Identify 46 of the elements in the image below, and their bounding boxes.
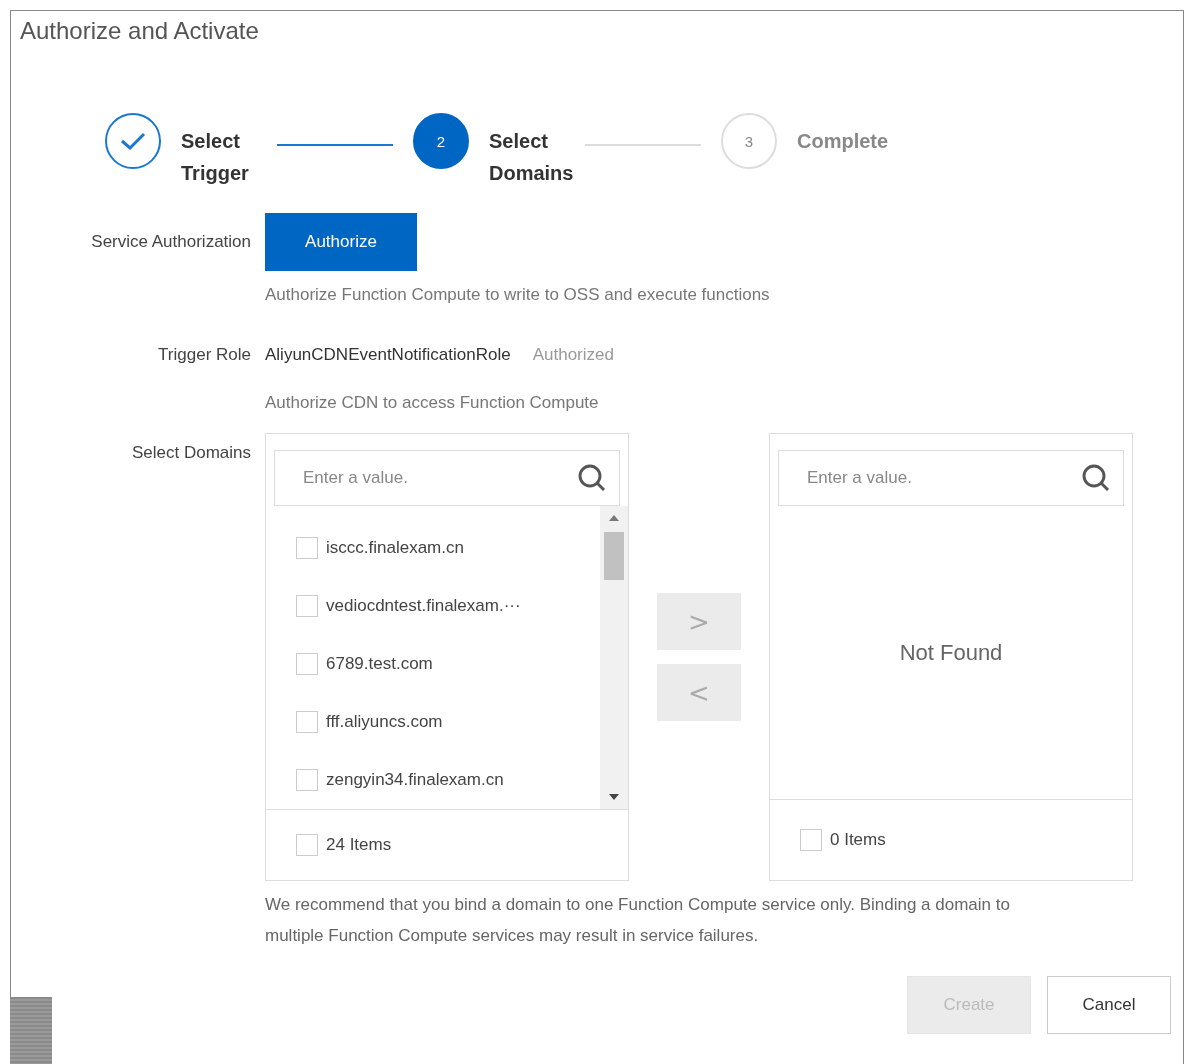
domain-label: 6789.test.com	[326, 654, 433, 674]
domain-label: vediocdntest.finalexam.···	[326, 596, 521, 616]
field-label: Select Domains	[130, 442, 251, 464]
domain-item[interactable]: fff.aliyuncs.com	[266, 693, 600, 751]
item-count: 24 Items	[326, 835, 392, 855]
checkbox[interactable]	[800, 829, 822, 851]
role-name: AliyunCDNEventNotificationRole	[265, 345, 511, 365]
dialog-button[interactable]: Cancel	[1047, 976, 1171, 1034]
step-label: Select Domains	[489, 129, 575, 186]
search-icon	[576, 462, 608, 494]
search-field[interactable]: Enter a value.	[274, 450, 620, 506]
dialog-title: Authorize and Activate	[19, 16, 260, 46]
status-text: Authorized	[532, 345, 614, 365]
domain-item[interactable]: zengyin34.finalexam.cn	[266, 751, 600, 809]
check-icon	[120, 131, 146, 151]
domain-label: zengyin34.finalexam.cn	[326, 770, 504, 790]
scrollbar-thumb[interactable]	[604, 532, 624, 580]
checkbox[interactable]	[296, 595, 318, 617]
domain-label: isccc.finalexam.cn	[326, 538, 464, 558]
field-label: Service Authorization	[90, 231, 251, 253]
step-number: 2	[436, 132, 446, 150]
domain-label: fff.aliyuncs.com	[326, 712, 443, 732]
authorize-button[interactable]: Authorize	[265, 213, 417, 271]
checkbox[interactable]	[296, 769, 318, 791]
scroll-down-icon[interactable]	[608, 793, 620, 801]
search-icon	[1080, 462, 1112, 494]
note-text: We recommend that you bind a domain to one Function Compute service only. Binding a domain to multiple Function Compute services may result in service failures.	[265, 894, 1011, 947]
scrollbar[interactable]	[600, 506, 628, 809]
domain-item[interactable]: isccc.finalexam.cn	[266, 519, 600, 577]
checkbox[interactable]	[296, 537, 318, 559]
checkbox[interactable]	[296, 834, 318, 856]
empty-text: Not Found	[899, 639, 1003, 666]
hint-text: Authorize Function Compute to write to OSS and execute functions	[265, 285, 770, 305]
item-count: 0 Items	[830, 830, 886, 850]
search-field[interactable]: Enter a value.	[778, 450, 1124, 506]
checkbox[interactable]	[296, 653, 318, 675]
domain-item[interactable]: vediocdntest.finalexam.···	[266, 577, 600, 635]
field-label: Trigger Role	[157, 344, 251, 366]
step-label: Select Trigger	[181, 129, 250, 186]
step-number: 3	[744, 132, 754, 150]
hint-text: Authorize CDN to access Function Compute	[265, 393, 599, 413]
checkbox[interactable]	[296, 711, 318, 733]
side-strip	[10, 997, 52, 1064]
domain-item[interactable]: 6789.test.com	[266, 635, 600, 693]
scroll-up-icon[interactable]	[608, 514, 620, 522]
step-label: Complete	[797, 129, 890, 154]
